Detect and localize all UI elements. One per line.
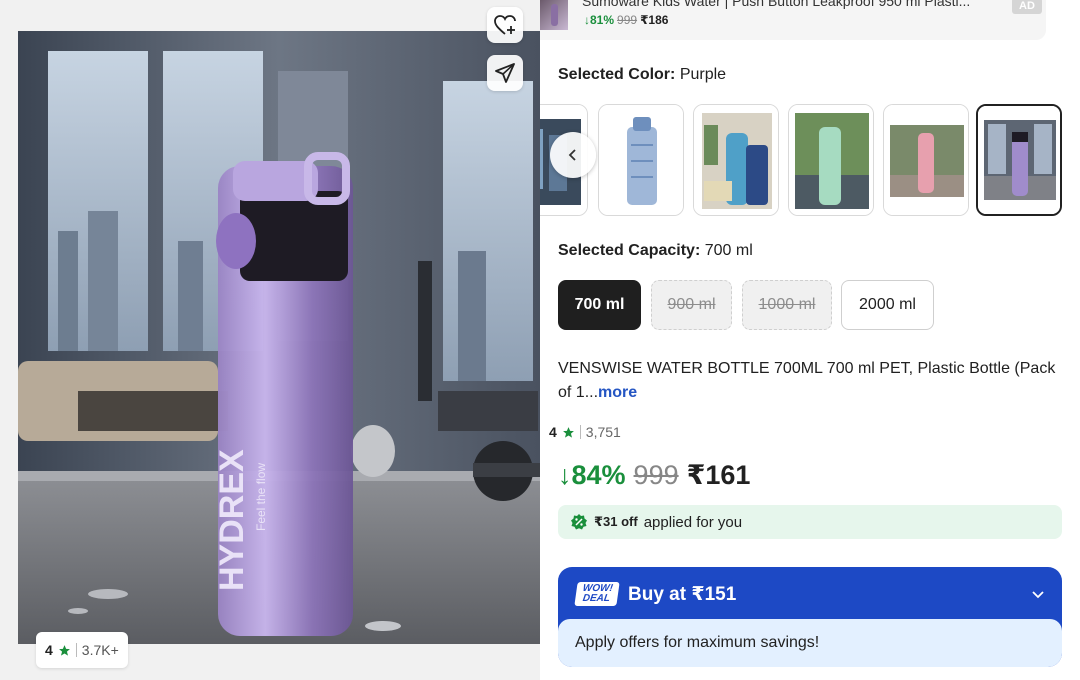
apply-offers-bar[interactable]: Apply offers for maximum savings!	[558, 619, 1062, 667]
capacity-option-900ml[interactable]: 900 ml	[651, 280, 732, 330]
chevron-down-icon	[1032, 591, 1044, 599]
capacity-label-value: 700 ml	[704, 242, 753, 259]
paper-plane-icon	[495, 63, 515, 83]
capacity-option-1000ml[interactable]: 1000 ml	[742, 280, 832, 330]
color-swatch-purple[interactable]	[976, 104, 1062, 216]
product-rating[interactable]: 4 3,751	[549, 424, 621, 440]
divider	[579, 425, 581, 439]
rating-count: 3.7K+	[81, 642, 119, 658]
rating-count: 3,751	[585, 424, 621, 440]
swatch-image	[599, 105, 683, 215]
bottle-photo: HYDREX Feel the flow	[18, 31, 540, 644]
color-label-value: Purple	[679, 66, 727, 83]
selling-price: ₹161	[686, 460, 751, 490]
bottle-brand-text: HYDREX	[213, 449, 251, 591]
product-main-image[interactable]: HYDREX Feel the flow	[18, 31, 540, 644]
image-rating-chip[interactable]: 4 3.7K+	[36, 632, 128, 668]
ad-price: ↓81% 999 ₹186	[584, 13, 668, 27]
discount-percent: ↓84%	[558, 460, 626, 490]
read-more-link[interactable]: more	[598, 384, 637, 401]
swatch-image	[694, 105, 778, 215]
product-gallery: HYDREX Feel the flow 4 3.7K+	[0, 0, 540, 680]
color-swatch-pink[interactable]	[883, 104, 969, 216]
share-button[interactable]	[487, 55, 523, 91]
divider	[75, 643, 77, 657]
swatch-image	[884, 105, 968, 215]
swatch-image	[978, 106, 1060, 214]
ad-badge: AD	[1012, 0, 1042, 14]
swatch-prev-button[interactable]	[550, 132, 596, 178]
wow-badge-line2: DEAL	[581, 593, 611, 604]
product-title: VENSWISE WATER BOTTLE 700ML 700 ml PET, …	[558, 357, 1058, 405]
star-icon	[58, 644, 70, 656]
selected-capacity-label: Selected Capacity: 700 ml	[558, 242, 753, 260]
mrp-price: 999	[633, 460, 679, 490]
ad-product-thumbnail	[540, 0, 568, 30]
price-row: ↓84% 999 ₹161	[558, 460, 750, 491]
capacity-option-2000ml[interactable]: 2000 ml	[841, 280, 934, 330]
color-swatch-blue[interactable]	[598, 104, 684, 216]
heart-plus-icon	[494, 15, 516, 35]
bottle-slogan-text: Feel the flow	[254, 463, 268, 531]
deal-buy-label: Buy at ₹151	[628, 583, 737, 605]
product-details: Sumoware Kids Water | Push Button Leakpr…	[540, 0, 1080, 680]
rating-value: 4	[549, 424, 557, 440]
selected-color-label: Selected Color: Purple	[558, 66, 726, 84]
sponsored-product-strip[interactable]: Sumoware Kids Water | Push Button Leakpr…	[540, 0, 1046, 40]
deal-header[interactable]: WOW! DEAL Buy at ₹151	[558, 567, 1062, 621]
coupon-text: applied for you	[643, 513, 743, 531]
chevron-left-icon	[568, 149, 576, 161]
star-icon	[562, 426, 574, 438]
color-swatch-row	[540, 104, 1080, 218]
wow-deal-badge: WOW! DEAL	[574, 582, 620, 606]
capacity-label-key: Selected Capacity:	[558, 242, 701, 259]
swatch-image	[789, 105, 873, 215]
ad-product-title: Sumoware Kids Water | Push Button Leakpr…	[582, 0, 971, 9]
coupon-amount: ₹31 off	[594, 514, 638, 529]
ad-discount: ↓81%	[584, 13, 615, 27]
wishlist-button[interactable]	[487, 7, 523, 43]
color-label-key: Selected Color:	[558, 66, 676, 83]
color-swatch-teal[interactable]	[693, 104, 779, 216]
coupon-applied-bar: ₹31 off applied for you	[558, 505, 1062, 539]
wow-deal-card[interactable]: WOW! DEAL Buy at ₹151 Apply offers for m…	[558, 567, 1062, 667]
color-swatch-green[interactable]	[788, 104, 874, 216]
rating-value: 4	[45, 642, 53, 658]
capacity-option-700ml[interactable]: 700 ml	[558, 280, 641, 330]
ad-mrp: 999	[617, 13, 638, 27]
discount-badge-icon	[571, 514, 587, 530]
ad-selling-price: ₹186	[640, 13, 669, 27]
